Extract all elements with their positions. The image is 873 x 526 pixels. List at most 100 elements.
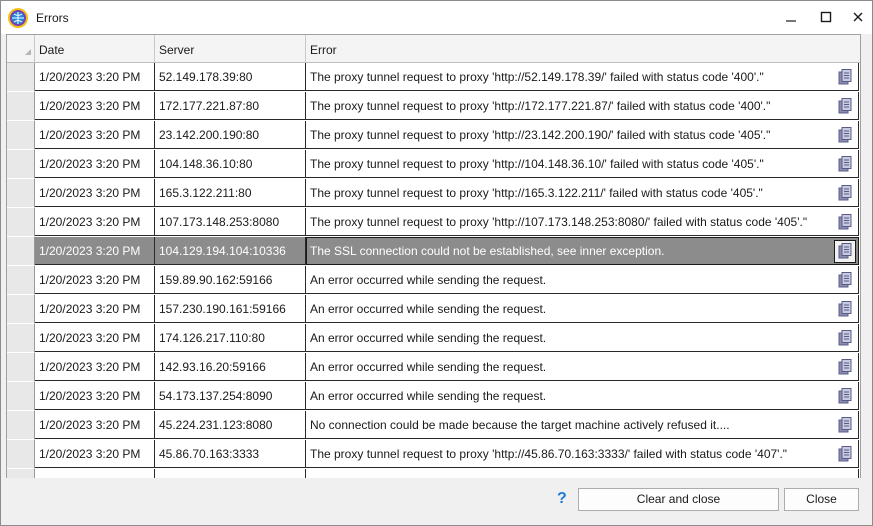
table-row[interactable]: 1/20/2023 3:20 PM 172.177.221.87:80 The pr…: [7, 92, 860, 121]
cell-date[interactable]: 1/20/2023 3:20 PM: [35, 266, 155, 294]
row-header[interactable]: [7, 92, 35, 121]
row-header[interactable]: [7, 237, 35, 266]
copy-icon: [838, 185, 852, 201]
cell-date[interactable]: 1/20/2023 3:20 PM: [35, 121, 155, 149]
cell-server[interactable]: 52.149.178.39:80: [155, 63, 306, 91]
row-header[interactable]: [7, 208, 35, 237]
copy-icon: [838, 330, 852, 346]
cell-error[interactable]: The proxy tunnel request to proxy 'http:…: [306, 150, 859, 178]
copy-icon: [838, 214, 852, 230]
cell-server[interactable]: 172.177.221.87:80: [155, 92, 306, 120]
cell-date[interactable]: 1/20/2023 3:20 PM: [35, 92, 155, 120]
error-text: The proxy tunnel request to proxy 'http:…: [310, 128, 771, 142]
maximize-button[interactable]: [810, 4, 842, 30]
table-row[interactable]: 1/20/2023 3:20 PM 165.3.122.211:80 The pro…: [7, 179, 860, 208]
cell-server[interactable]: 159.89.90.162:59166: [155, 266, 306, 294]
cell-date[interactable]: 1/20/2023 3:20 PM: [35, 353, 155, 381]
cell-error[interactable]: No connection could be made because the …: [306, 411, 859, 439]
cell-error[interactable]: The proxy tunnel request to proxy 'http:…: [306, 121, 859, 149]
select-all-corner[interactable]: [7, 35, 35, 62]
table-row[interactable]: 1/20/2023 3:20 PM 52.149.178.39:80 The pro…: [7, 63, 860, 92]
cell-error[interactable]: The proxy tunnel request to proxy 'http:…: [306, 63, 859, 91]
table-row[interactable]: 1/20/2023 3:20 PM 159.89.90.162:59166 An e…: [7, 266, 860, 295]
cell-date[interactable]: 1/20/2023 3:20 PM: [35, 411, 155, 439]
error-text: The proxy tunnel request to proxy 'http:…: [310, 157, 764, 171]
cell-date[interactable]: 1/20/2023 3:20 PM: [35, 440, 155, 468]
row-header[interactable]: [7, 295, 35, 324]
column-header-server[interactable]: Server: [155, 35, 306, 62]
table-row[interactable]: 1/20/2023 3:20 PM 45.224.231.123:8080 No c…: [7, 411, 860, 440]
cell-date[interactable]: 1/20/2023 3:20 PM: [35, 237, 155, 265]
cell-error[interactable]: An error occurred while sending the requ…: [306, 266, 859, 294]
grid-header: Date Server Error: [7, 35, 860, 63]
copy-icon: [838, 446, 852, 462]
cell-server[interactable]: 45.224.231.123:8080: [155, 411, 306, 439]
row-header[interactable]: [7, 121, 35, 150]
minimize-button[interactable]: [775, 4, 807, 30]
cell-error[interactable]: The SSL connection could not be establis…: [306, 237, 859, 265]
cell-server[interactable]: 142.93.16.20:59166: [155, 353, 306, 381]
cell-server[interactable]: 23.142.200.190:80: [155, 121, 306, 149]
cell-error[interactable]: The proxy tunnel request to proxy 'http:…: [306, 208, 859, 236]
cell-server[interactable]: 174.126.217.110:80: [155, 324, 306, 352]
globe-app-icon: [7, 7, 29, 29]
cell-error[interactable]: An error occurred while sending the requ…: [306, 295, 859, 323]
row-header[interactable]: [7, 324, 35, 353]
row-header[interactable]: [7, 150, 35, 179]
row-header[interactable]: [7, 382, 35, 411]
cell-date[interactable]: 1/20/2023 3:20 PM: [35, 179, 155, 207]
close-window-button[interactable]: [842, 4, 873, 30]
cell-error[interactable]: The proxy tunnel request to proxy 'http:…: [306, 92, 859, 120]
copy-icon: [838, 359, 852, 375]
row-header[interactable]: [7, 411, 35, 440]
cell-server[interactable]: 54.173.137.254:8090: [155, 382, 306, 410]
table-row[interactable]: 1/20/2023 3:20 PM 23.142.200.190:80 The pr…: [7, 121, 860, 150]
close-button[interactable]: Close: [784, 488, 859, 511]
cell-server[interactable]: 104.129.194.104:10336: [155, 237, 306, 265]
cell-error[interactable]: An error occurred while sending the requ…: [306, 324, 859, 352]
error-text: The proxy tunnel request to proxy 'http:…: [310, 99, 771, 113]
table-row[interactable]: 1/20/2023 3:20 PM 104.129.194.104:10336 Th…: [7, 237, 860, 266]
table-row[interactable]: 1/20/2023 3:20 PM 104.148.36.10:80 The pro…: [7, 150, 860, 179]
cell-error[interactable]: The proxy tunnel request to proxy 'http:…: [306, 440, 859, 468]
cell-error[interactable]: An error occurred while sending the requ…: [306, 382, 859, 410]
cell-date[interactable]: 1/20/2023 3:20 PM: [35, 150, 155, 178]
copy-icon: [838, 388, 852, 404]
table-row[interactable]: 1/20/2023 3:20 PM 45.86.70.163:3333 The pr…: [7, 440, 860, 469]
cell-server[interactable]: 165.3.122.211:80: [155, 179, 306, 207]
cell-date[interactable]: 1/20/2023 3:20 PM: [35, 324, 155, 352]
row-header[interactable]: [7, 63, 35, 92]
column-header-date[interactable]: Date: [35, 35, 155, 62]
cell-error[interactable]: An error occurred while sending the requ…: [306, 353, 859, 381]
cell-date[interactable]: 1/20/2023 3:20 PM: [35, 382, 155, 410]
sort-triangle-icon: [25, 49, 31, 55]
table-row[interactable]: 1/20/2023 3:20 PM 142.93.16.20:59166 An er…: [7, 353, 860, 382]
cell-server[interactable]: 157.230.190.161:59166: [155, 295, 306, 323]
row-header[interactable]: [7, 266, 35, 295]
window-title: Errors: [36, 11, 69, 25]
clear-and-close-button[interactable]: Clear and close: [578, 488, 779, 511]
error-text: An error occurred while sending the requ…: [310, 273, 547, 287]
minimize-icon: [786, 20, 796, 22]
title-bar: Errors: [1, 1, 872, 34]
row-header[interactable]: [7, 440, 35, 469]
cell-server[interactable]: 45.86.70.163:3333: [155, 440, 306, 468]
table-row[interactable]: 1/20/2023 3:20 PM 157.230.190.161:59166 An…: [7, 295, 860, 324]
column-header-error[interactable]: Error: [306, 35, 860, 62]
copy-icon: [838, 156, 852, 172]
cell-server[interactable]: 104.148.36.10:80: [155, 150, 306, 178]
help-icon[interactable]: ?: [557, 489, 571, 509]
error-text: The proxy tunnel request to proxy 'http:…: [310, 447, 788, 461]
table-row[interactable]: 1/20/2023 3:20 PM 107.173.148.253:8080 The…: [7, 208, 860, 237]
cell-error[interactable]: The proxy tunnel request to proxy 'http:…: [306, 179, 859, 207]
table-row[interactable]: 1/20/2023 3:20 PM 54.173.137.254:8090 An e…: [7, 382, 860, 411]
cell-server[interactable]: 107.173.148.253:8080: [155, 208, 306, 236]
table-row[interactable]: 1/20/2023 3:20 PM 174.126.217.110:80 An er…: [7, 324, 860, 353]
cell-date[interactable]: 1/20/2023 3:20 PM: [35, 295, 155, 323]
cell-date[interactable]: 1/20/2023 3:20 PM: [35, 63, 155, 91]
cell-date[interactable]: 1/20/2023 3:20 PM: [35, 208, 155, 236]
errors-grid[interactable]: Date Server Error 1/20/2023 3:20 PM 52.14…: [6, 34, 861, 479]
row-header[interactable]: [7, 353, 35, 382]
error-text: The SSL connection could not be establis…: [310, 244, 665, 258]
row-header[interactable]: [7, 179, 35, 208]
